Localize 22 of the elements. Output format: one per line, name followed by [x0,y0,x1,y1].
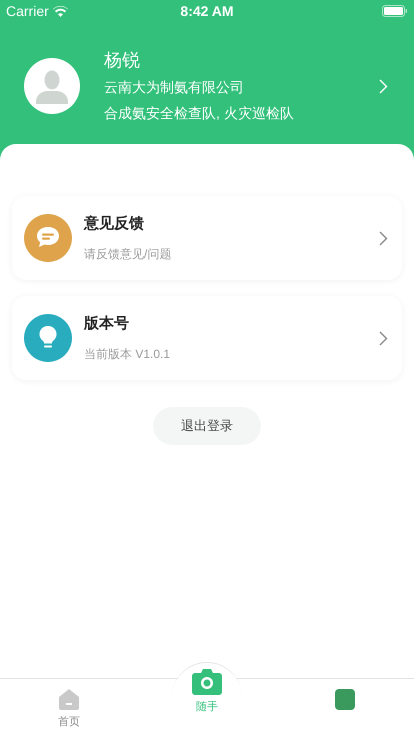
status-time: 8:42 AM [180,2,234,20]
logout-button[interactable]: 退出登录 [153,407,261,445]
menu-card[interactable]: 意见反馈 请反馈意见/问题 [12,196,402,280]
avatar-icon [24,58,80,114]
chevron-right-icon [379,330,388,346]
team-names: 合成氨安全检查队, 火灾巡检队 [104,104,295,123]
menu-title: 意见反馈 [84,214,145,234]
menu-title: 版本号 [84,314,130,334]
menu-card[interactable]: 版本号 当前版本 V1.0.1 [12,296,402,380]
chevron-right-icon [379,230,388,246]
menu-subtitle: 当前版本 V1.0.1 [84,346,172,364]
tab-icon [335,689,355,710]
chevron-right-icon [379,78,388,94]
battery-icon [382,5,408,17]
user-name: 杨锐 [104,49,141,72]
carrier-label: Carrier [6,2,49,20]
menu-subtitle: 请反馈意见/问题 [84,246,172,264]
wifi-icon [52,6,68,16]
home-icon [59,689,79,710]
company-name: 云南大为制氨有限公司 [104,78,245,97]
tab-item[interactable]: 首页 [0,679,138,736]
camera-icon [192,669,222,695]
